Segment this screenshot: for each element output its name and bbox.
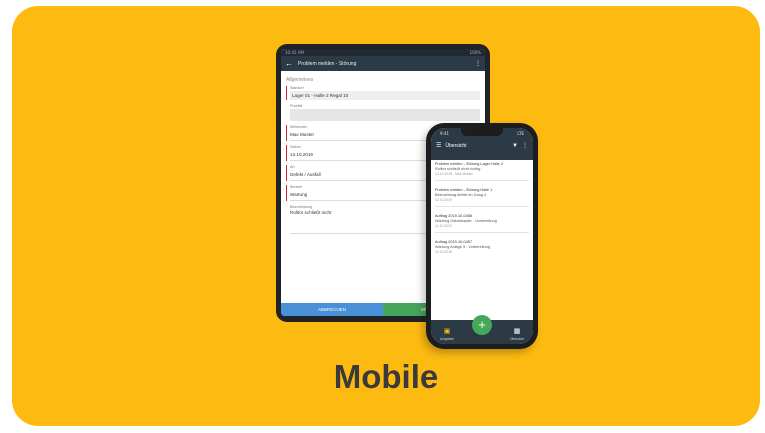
list-item-meta: 12.10.2019 xyxy=(435,198,452,202)
cancel-button[interactable]: ABBRECHEN xyxy=(281,303,383,316)
card-caption: Mobile xyxy=(333,358,439,395)
location-field[interactable]: Standort Lager 01 - Halle 2 Regal 10 xyxy=(286,86,480,100)
field-value: Lager 01 - Halle 2 Regal 10 xyxy=(290,91,480,100)
tablet-status-time: 10:41 AM xyxy=(285,50,304,55)
add-button[interactable]: + xyxy=(472,315,492,335)
inbox-icon: ▣ xyxy=(443,328,451,335)
mobile-card[interactable]: 10:41 AM 100% ← Problem melden - Störung… xyxy=(12,6,760,426)
phone-status-signal: LTE xyxy=(517,131,524,136)
form-section-title: Allgemeines xyxy=(286,77,314,83)
filter-icon[interactable]: ▼ xyxy=(512,143,518,149)
hamburger-menu-icon[interactable]: ☰ xyxy=(436,142,441,149)
phone-title: Übersicht xyxy=(445,142,467,149)
list-item[interactable]: Problem melden - Störung Halle 1 Beleuch… xyxy=(435,188,529,207)
phone-screen: 9:41 LTE ☰ Übersicht ▼ ⋮ Problem melden … xyxy=(431,128,533,344)
tablet-status-battery: 100% xyxy=(469,50,481,55)
divider xyxy=(435,232,529,233)
list-item-meta: 10.10.2019 xyxy=(435,250,452,254)
phone-toolbar: ☰ Übersicht ▼ ⋮ xyxy=(431,139,533,152)
list-item[interactable]: Auftrag 2019-10-0458 Wartung Gabelstaple… xyxy=(435,214,529,233)
nav-item-overview[interactable]: ▦ Übersicht xyxy=(510,328,524,341)
list-item[interactable]: Problem melden - Störung Lager Halle 2 R… xyxy=(435,162,529,181)
phone-notch xyxy=(461,128,503,136)
nav-item-label: Übersicht xyxy=(510,337,524,341)
field-box xyxy=(290,109,480,121)
phone-list: Problem melden - Störung Lager Halle 2 R… xyxy=(431,160,533,264)
divider xyxy=(435,206,529,207)
list-item-meta: 11.10.2019 xyxy=(435,224,452,228)
divider xyxy=(435,180,529,181)
more-menu-icon[interactable]: ⋮ xyxy=(522,142,528,149)
list-item-meta: 13.10.2019 - Max Muster xyxy=(435,172,473,176)
phone-device: 9:41 LTE ☰ Übersicht ▼ ⋮ Problem melden … xyxy=(426,123,538,349)
calendar-icon: ▦ xyxy=(513,328,521,335)
priority-field[interactable]: Priorität xyxy=(286,104,480,121)
tablet-status-bar: 10:41 AM 100% xyxy=(281,49,485,56)
back-arrow-icon[interactable]: ← xyxy=(285,59,293,68)
nav-item-tasks[interactable]: ▣ Aufgaben xyxy=(440,328,454,341)
more-menu-icon[interactable]: ⋮ xyxy=(475,60,481,67)
tablet-toolbar-title: Problem melden - Störung xyxy=(298,60,357,67)
tablet-toolbar: ← Problem melden - Störung ⋮ xyxy=(281,56,485,71)
phone-status-time: 9:41 xyxy=(440,131,449,136)
list-item[interactable]: Auftrag 2019-10-0457 Wartung Anlage 3 - … xyxy=(435,240,529,255)
nav-item-label: Aufgaben xyxy=(440,337,455,341)
